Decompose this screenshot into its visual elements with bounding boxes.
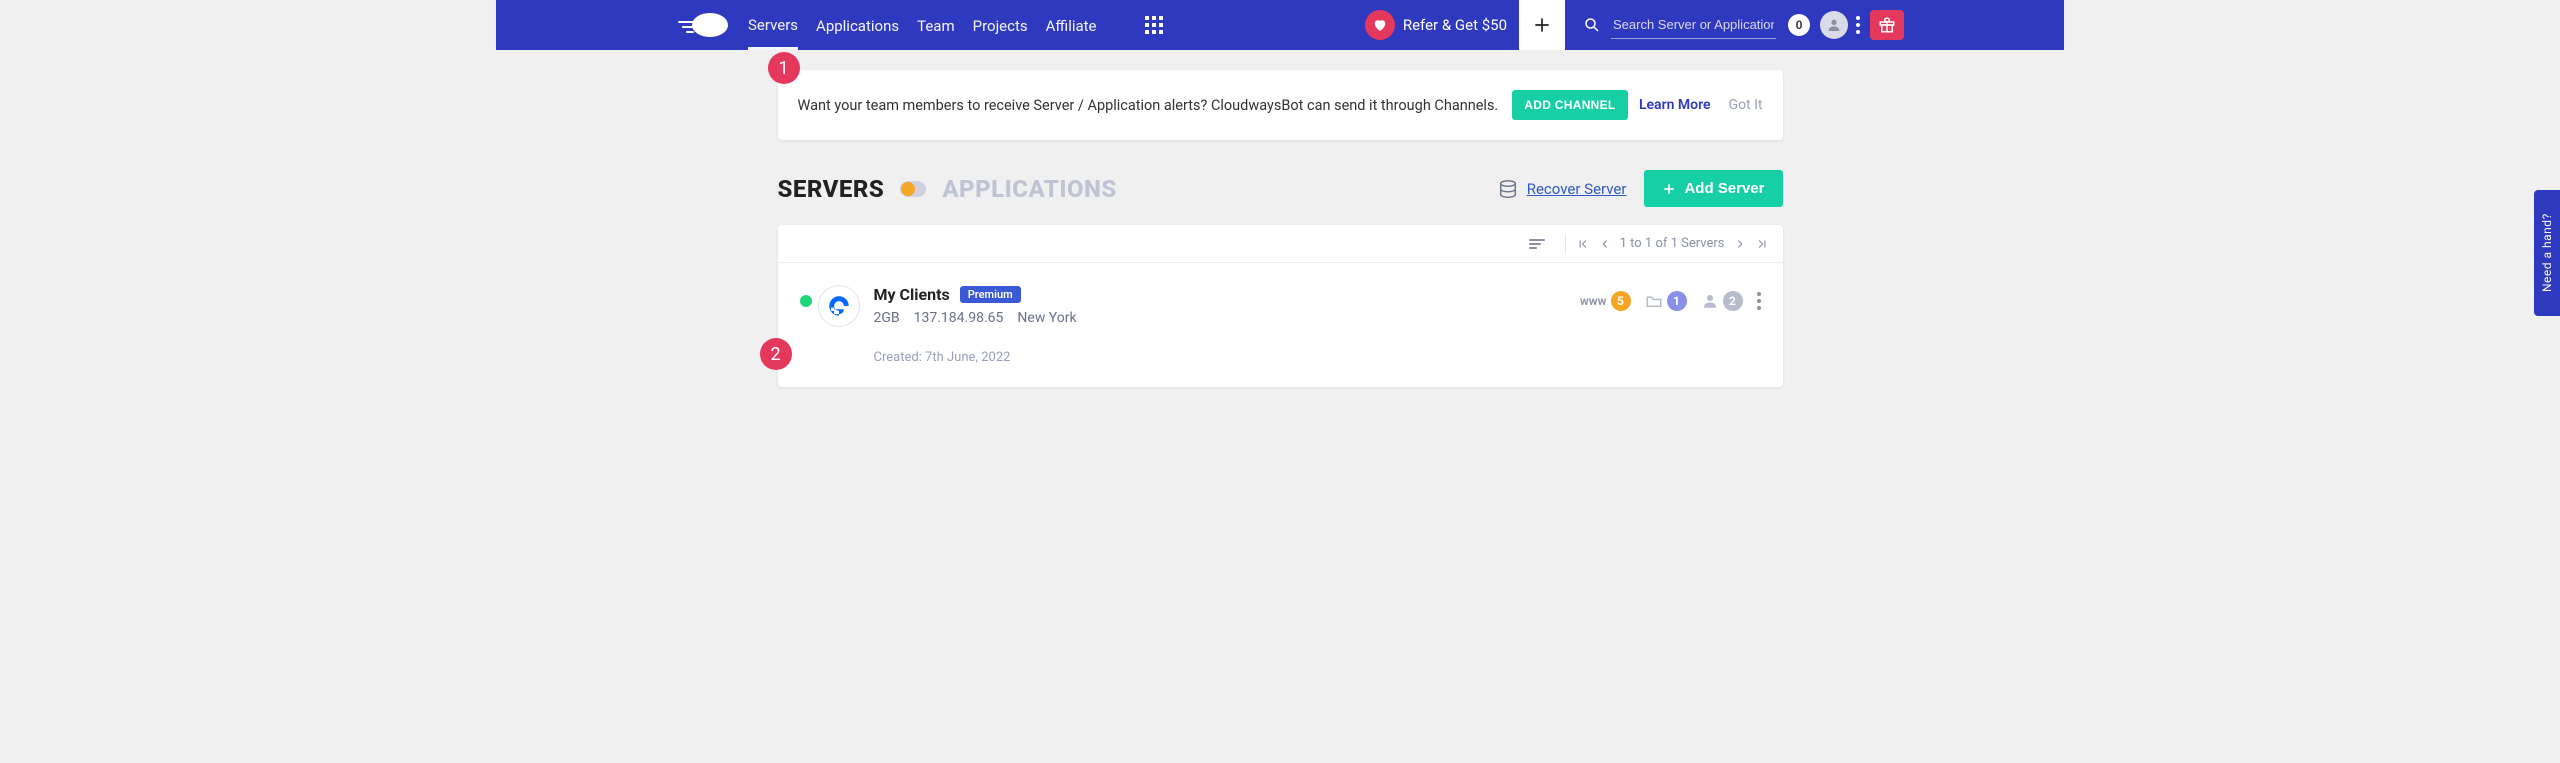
sort-icon[interactable] bbox=[1529, 239, 1545, 249]
divider bbox=[1565, 234, 1566, 254]
server-list: 1 to 1 of 1 Servers My Clients Premium bbox=[778, 225, 1783, 387]
pager-prev-icon[interactable] bbox=[1598, 237, 1612, 251]
nav-link-applications[interactable]: Applications bbox=[816, 2, 899, 48]
callout-2: 2 bbox=[760, 338, 792, 370]
refer-link[interactable]: Refer & Get $50 bbox=[1365, 10, 1507, 40]
pager-text: 1 to 1 of 1 Servers bbox=[1620, 236, 1725, 251]
add-channel-button[interactable]: ADD CHANNEL bbox=[1512, 90, 1627, 120]
learn-more-link[interactable]: Learn More bbox=[1639, 97, 1711, 113]
nav-link-servers[interactable]: Servers bbox=[748, 1, 798, 50]
search-input[interactable] bbox=[1611, 11, 1776, 39]
user-icon bbox=[1701, 292, 1719, 310]
pager-last-icon[interactable] bbox=[1755, 237, 1769, 251]
projects-count[interactable]: 1 bbox=[1645, 291, 1687, 311]
www-label: www bbox=[1580, 294, 1607, 308]
server-row[interactable]: My Clients Premium 2GB 137.184.98.65 New… bbox=[778, 263, 1783, 387]
server-info: My Clients Premium 2GB 137.184.98.65 New… bbox=[874, 285, 1077, 365]
view-toggle[interactable] bbox=[900, 181, 926, 197]
notice-text: Want your team members to receive Server… bbox=[798, 97, 1499, 114]
top-nav: Servers Applications Team Projects Affil… bbox=[496, 0, 2064, 50]
provider-digitalocean-icon bbox=[818, 285, 860, 327]
nav-link-team[interactable]: Team bbox=[917, 2, 955, 48]
got-it-link[interactable]: Got It bbox=[1729, 97, 1763, 113]
list-header: 1 to 1 of 1 Servers bbox=[778, 225, 1783, 263]
apps-count-value: 5 bbox=[1611, 291, 1631, 311]
tab-servers[interactable]: SERVERS bbox=[778, 175, 885, 203]
row-more-icon[interactable] bbox=[1757, 292, 1761, 310]
status-dot-running bbox=[800, 295, 812, 307]
nav-link-affiliate[interactable]: Affiliate bbox=[1046, 2, 1097, 48]
add-button[interactable] bbox=[1519, 0, 1565, 50]
help-side-tab[interactable]: Need a hand? bbox=[2534, 190, 2560, 316]
server-region: New York bbox=[1017, 310, 1076, 326]
account-avatar[interactable] bbox=[1820, 11, 1848, 39]
refer-label: Refer & Get $50 bbox=[1403, 16, 1507, 34]
pager-first-icon[interactable] bbox=[1576, 237, 1590, 251]
add-server-label: Add Server bbox=[1684, 180, 1764, 197]
plus-icon bbox=[1662, 182, 1676, 196]
nav-links: Servers Applications Team Projects Affil… bbox=[748, 1, 1163, 50]
server-size: 2GB bbox=[874, 310, 900, 326]
server-name: My Clients bbox=[874, 285, 950, 304]
search bbox=[1583, 11, 1776, 39]
pager-next-icon[interactable] bbox=[1733, 237, 1747, 251]
add-server-button[interactable]: Add Server bbox=[1644, 170, 1782, 207]
server-created: Created: 7th June, 2022 bbox=[874, 350, 1077, 365]
topbar-more-icon[interactable] bbox=[1856, 16, 1860, 34]
tab-applications[interactable]: APPLICATIONS bbox=[942, 175, 1117, 203]
channel-notice: Want your team members to receive Server… bbox=[778, 70, 1783, 140]
users-count[interactable]: 2 bbox=[1701, 291, 1743, 311]
nav-link-projects[interactable]: Projects bbox=[973, 2, 1028, 48]
folder-icon bbox=[1645, 292, 1663, 310]
projects-count-value: 1 bbox=[1667, 291, 1687, 311]
premium-badge: Premium bbox=[960, 286, 1021, 303]
search-icon bbox=[1583, 16, 1601, 34]
logo[interactable] bbox=[676, 11, 730, 39]
heart-icon bbox=[1365, 10, 1395, 40]
view-tabs: SERVERS APPLICATIONS Recover Server Add … bbox=[778, 170, 1783, 207]
server-stack-icon bbox=[1497, 178, 1519, 200]
notification-count[interactable]: 0 bbox=[1788, 14, 1810, 36]
server-ip: 137.184.98.65 bbox=[914, 310, 1004, 326]
recover-server-label: Recover Server bbox=[1527, 180, 1627, 198]
gift-icon[interactable] bbox=[1870, 10, 1904, 40]
apps-count[interactable]: www 5 bbox=[1580, 291, 1631, 311]
recover-server-link[interactable]: Recover Server bbox=[1497, 178, 1627, 200]
apps-grid-icon[interactable] bbox=[1145, 16, 1163, 34]
callout-1: 1 bbox=[768, 52, 800, 84]
server-stats: www 5 1 2 bbox=[1580, 291, 1761, 311]
users-count-value: 2 bbox=[1723, 291, 1743, 311]
pager: 1 to 1 of 1 Servers bbox=[1576, 236, 1769, 251]
